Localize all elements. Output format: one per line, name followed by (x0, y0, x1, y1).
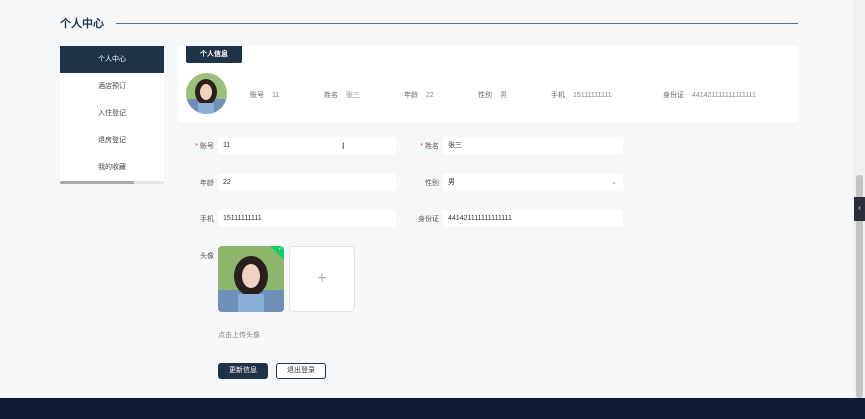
uploaded-avatar-thumbnail[interactable]: ✓ (218, 246, 284, 312)
personal-info-card: 个人信息 账号 11 姓名 张三 年龄 22 性别 男 手机 15111111111 身份… (178, 46, 798, 122)
info-idcard: 身份证 441421111111111111 (663, 90, 756, 100)
personal-info-tab: 个人信息 (186, 46, 242, 63)
check-icon: ✓ (277, 246, 283, 252)
required-mark: * (420, 143, 423, 150)
update-info-button[interactable]: 更新信息 (218, 363, 268, 379)
chevron-down-icon[interactable]: ⌄ (611, 174, 617, 191)
gender-select-value: 男 (448, 179, 455, 186)
info-account: 账号 11 (250, 90, 279, 100)
info-account-label: 账号 (250, 92, 264, 99)
idcard-input[interactable]: 441421111111111111 (443, 210, 623, 227)
phone-label: 手机 (200, 216, 214, 223)
required-mark: * (195, 143, 198, 150)
phone-input[interactable]: 15111111111 (218, 210, 396, 227)
info-idcard-value: 441421111111111111 (692, 92, 756, 99)
info-idcard-label: 身份证 (663, 92, 684, 99)
age-label: 年龄 (200, 180, 214, 187)
sidebar: 个人中心 酒店预订 入住登记 退房登记 我的收藏 (60, 46, 164, 184)
info-age: 年龄 22 (404, 90, 434, 100)
logout-button[interactable]: 退出登录 (276, 363, 326, 379)
info-phone-label: 手机 (551, 92, 565, 99)
sidebar-scroll-thumb[interactable] (60, 181, 134, 184)
sidebar-item-hotel-booking[interactable]: 酒店预订 (60, 73, 164, 100)
info-gender: 性别 男 (478, 90, 507, 100)
page-title-row: 个人中心 (60, 14, 798, 32)
gender-label: 性别 (425, 180, 439, 187)
text-cursor-icon: I (342, 141, 345, 151)
name-input[interactable]: 张三 (443, 137, 623, 154)
info-gender-value: 男 (500, 92, 507, 99)
age-input[interactable]: 22 (218, 174, 396, 191)
info-name-label: 姓名 (324, 92, 338, 99)
info-account-value: 11 (272, 92, 280, 99)
info-phone: 手机 15111111111 (551, 90, 612, 100)
info-name: 姓名 张三 (324, 90, 360, 100)
info-gender-label: 性别 (478, 92, 492, 99)
avatar-label: 头像 (200, 253, 214, 260)
sidebar-item-profile[interactable]: 个人中心 (60, 46, 164, 73)
upload-add-button[interactable]: + (289, 246, 355, 312)
page-title: 个人中心 (60, 18, 104, 30)
account-label-text: 账号 (200, 143, 214, 150)
info-phone-value: 15111111111 (573, 92, 612, 99)
info-age-value: 22 (426, 92, 434, 99)
upload-tip: 点击上传头像 (218, 332, 260, 339)
chevron-left-icon[interactable]: ‹ (854, 197, 865, 221)
idcard-label: 身份证 (418, 216, 439, 223)
account-input[interactable]: 11 (218, 137, 396, 154)
name-label: * 姓名 (399, 141, 439, 151)
title-divider (116, 22, 798, 24)
sidebar-item-checkout[interactable]: 退房登记 (60, 127, 164, 154)
avatar (186, 73, 227, 114)
name-label-text: 姓名 (425, 143, 439, 150)
info-name-value: 张三 (346, 92, 360, 99)
sidebar-item-checkin[interactable]: 入住登记 (60, 100, 164, 127)
info-age-label: 年龄 (404, 92, 418, 99)
gender-select[interactable]: 男 ⌄ (443, 174, 623, 191)
footer (0, 398, 865, 419)
account-label: * 账号 (174, 141, 214, 151)
sidebar-scrollbar[interactable] (60, 181, 164, 184)
sidebar-item-favorites[interactable]: 我的收藏 (60, 154, 164, 181)
